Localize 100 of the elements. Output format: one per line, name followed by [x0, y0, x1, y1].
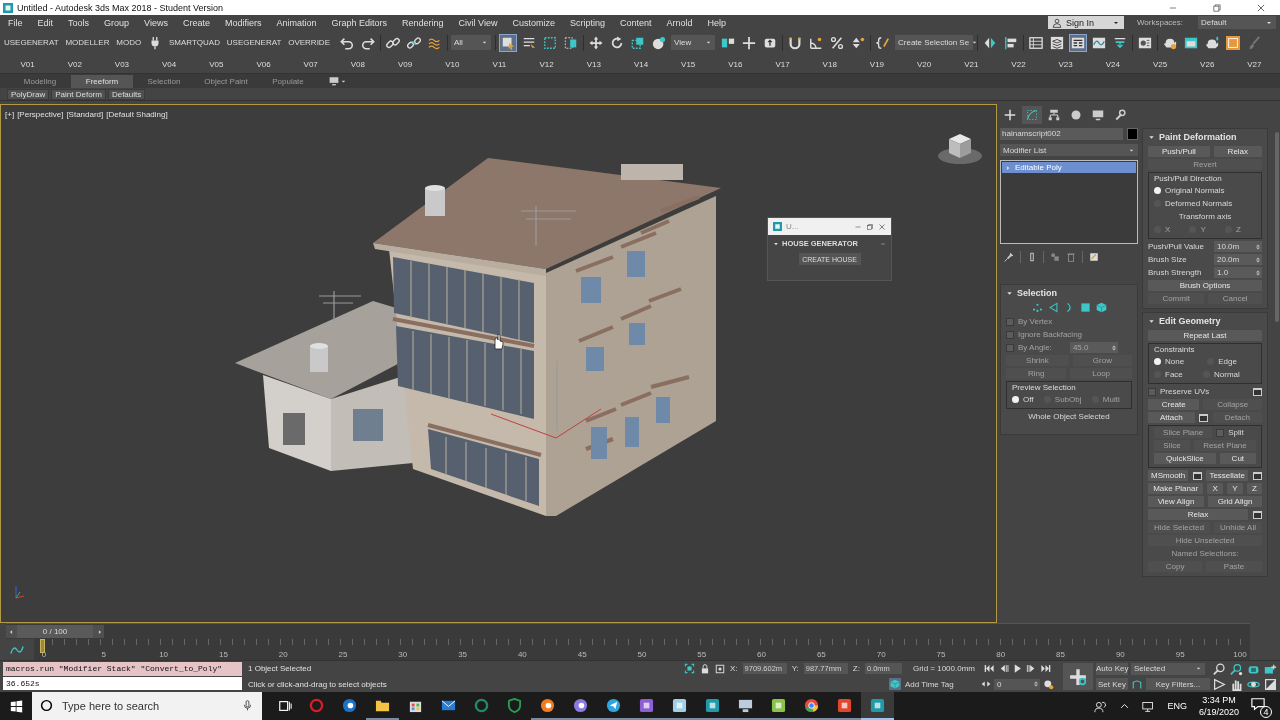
viewport-menu-label[interactable]: [+]	[5, 110, 15, 119]
script-button[interactable]: MODO	[116, 38, 142, 47]
command-button[interactable]: Relax	[1148, 509, 1248, 520]
viewport-button[interactable]: V06	[239, 59, 288, 69]
command-button[interactable]: Relax	[1213, 146, 1262, 157]
ribbon-tab[interactable]: Populate	[257, 74, 319, 88]
menu-item[interactable]: Views	[144, 17, 168, 28]
set-key-button[interactable]: Set Key	[1096, 678, 1128, 691]
ribbon-tab[interactable]: Freeform	[71, 74, 133, 88]
menu-item[interactable]: Graph Editors	[331, 17, 387, 28]
viewport-button[interactable]: V19	[853, 59, 901, 69]
viewport-button[interactable]: V07	[287, 59, 335, 69]
command-button[interactable]: Push/Pull	[1148, 146, 1210, 157]
rollout-header[interactable]: Edit Geometry	[1148, 315, 1262, 327]
viewport-button[interactable]: V01	[4, 59, 52, 69]
command-button[interactable]: Attach	[1148, 412, 1195, 423]
menu-item[interactable]: File	[8, 17, 23, 28]
viewport-button[interactable]: V17	[758, 59, 807, 69]
command-button[interactable]: Make Planar	[1148, 483, 1204, 494]
checkbox[interactable]: Preserve UVs	[1148, 387, 1248, 396]
rollout-header[interactable]: Paint Deformation	[1148, 131, 1262, 143]
spinner-field[interactable]: 20.0m	[1214, 254, 1262, 265]
radio-button[interactable]: Original Normals	[1154, 186, 1256, 195]
maxscript-output-field[interactable]: 36.652s	[3, 677, 242, 690]
command-button[interactable]: Create	[1148, 399, 1200, 410]
dropdown[interactable]: View	[671, 35, 715, 50]
radio-button[interactable]: None	[1154, 357, 1204, 366]
viewport-button[interactable]: V15	[664, 59, 712, 69]
viewport-button[interactable]: V09	[381, 59, 429, 69]
spinner-field[interactable]: 10.0m	[1214, 241, 1262, 252]
rollout-header[interactable]: Selection	[1006, 287, 1132, 299]
viewport-button[interactable]: V10	[428, 59, 476, 69]
viewport-button[interactable]: V14	[617, 59, 665, 69]
notifications-button[interactable]: 4	[1251, 694, 1272, 718]
viewport-button[interactable]: V25	[1136, 59, 1184, 69]
radio-button[interactable]: Deformed Normals	[1154, 199, 1256, 208]
script-button[interactable]: MODELLER	[65, 38, 110, 47]
taskbar-search-field[interactable]: Type here to search	[32, 692, 262, 720]
viewport-button[interactable]: V26	[1183, 59, 1231, 69]
ribbon-tab[interactable]: Object Paint	[195, 74, 257, 88]
viewport-button[interactable]: V12	[523, 59, 571, 69]
viewport-button[interactable]: V23	[1042, 59, 1090, 69]
menu-item[interactable]: Tools	[68, 17, 90, 28]
viewport-button[interactable]: V11	[475, 59, 524, 69]
command-button[interactable]: Brush Options	[1148, 280, 1262, 291]
menu-item[interactable]: Civil View	[458, 17, 498, 28]
viewport-button[interactable]: V08	[334, 59, 382, 69]
menu-item[interactable]: Content	[619, 17, 652, 28]
script-button[interactable]: USEGENERAT	[226, 38, 282, 47]
menu-item[interactable]: Arnold	[666, 17, 693, 28]
command-button[interactable]: Cut	[1219, 453, 1256, 464]
radio-button[interactable]: Face	[1154, 370, 1199, 379]
command-button[interactable]: Z	[1246, 483, 1262, 494]
add-time-tag-button[interactable]: Add Time Tag	[905, 679, 954, 689]
frame-field[interactable]: 0	[994, 678, 1040, 690]
menu-item[interactable]: Scripting	[569, 17, 605, 28]
viewport-button[interactable]: V04	[145, 59, 193, 69]
dropdown[interactable]: All	[451, 35, 491, 50]
command-button[interactable]: Repeat Last	[1148, 330, 1262, 341]
workspaces-dropdown[interactable]: Default	[1198, 16, 1276, 29]
command-button[interactable]: X	[1207, 483, 1223, 494]
viewport-button[interactable]: V18	[806, 59, 854, 69]
script-button[interactable]: USEGENERAT	[4, 38, 59, 47]
command-button[interactable]: MSmooth	[1148, 470, 1189, 481]
command-button[interactable]: Tessellate	[1206, 470, 1248, 481]
viewport-button[interactable]: V16	[711, 59, 759, 69]
ribbon-tab[interactable]: Modeling	[9, 74, 71, 88]
script-button[interactable]: SMARTQUAD	[168, 38, 220, 47]
menu-item[interactable]: Modifiers	[224, 17, 262, 28]
viewport-menu-label[interactable]: [Perspective]	[17, 110, 64, 119]
menu-item[interactable]: Group	[104, 17, 130, 28]
menu-item[interactable]: Edit	[37, 17, 54, 28]
spinner-field[interactable]: 1.0	[1214, 267, 1262, 278]
radio-button[interactable]: Off	[1012, 395, 1040, 404]
menu-item[interactable]: Create	[182, 17, 210, 28]
menu-item[interactable]: Animation	[276, 17, 317, 28]
key-filters-button[interactable]: Key Filters...	[1146, 678, 1210, 691]
viewport-menu-label[interactable]: [Default Shading]	[106, 110, 168, 119]
radio-button[interactable]: Edge	[1207, 357, 1256, 366]
command-button[interactable]: Grid Align	[1208, 496, 1262, 507]
viewport-button[interactable]: V03	[98, 59, 146, 69]
auto-key-button[interactable]: Auto Key	[1096, 662, 1128, 675]
ribbon-tab[interactable]: Selection	[133, 74, 195, 88]
maxscript-input-field[interactable]: macros.run "Modifier Stack" "Convert_to_Poly"	[3, 662, 242, 676]
menu-item[interactable]: Customize	[512, 17, 555, 28]
command-button[interactable]: View Align	[1148, 496, 1205, 507]
viewport-button[interactable]: V02	[51, 59, 99, 69]
command-button[interactable]: Y	[1227, 483, 1243, 494]
viewport-button[interactable]: V13	[570, 59, 618, 69]
viewport-button[interactable]: V20	[900, 59, 948, 69]
ribbon-panel-button[interactable]: PolyDraw	[7, 88, 50, 100]
checkbox[interactable]: Split	[1216, 428, 1256, 437]
time-slider-thumb[interactable]: 0 / 100	[6, 625, 104, 638]
key-set-dropdown[interactable]: Selected	[1131, 662, 1205, 675]
script-button[interactable]: OVERRIDE	[288, 38, 330, 47]
menu-item[interactable]: Help	[707, 17, 726, 28]
viewport-button[interactable]: V22	[994, 59, 1043, 69]
viewport-button[interactable]: V27	[1230, 59, 1278, 69]
viewport-button[interactable]: V24	[1089, 59, 1137, 69]
ribbon-panel-button[interactable]: Paint Deform	[51, 88, 106, 100]
